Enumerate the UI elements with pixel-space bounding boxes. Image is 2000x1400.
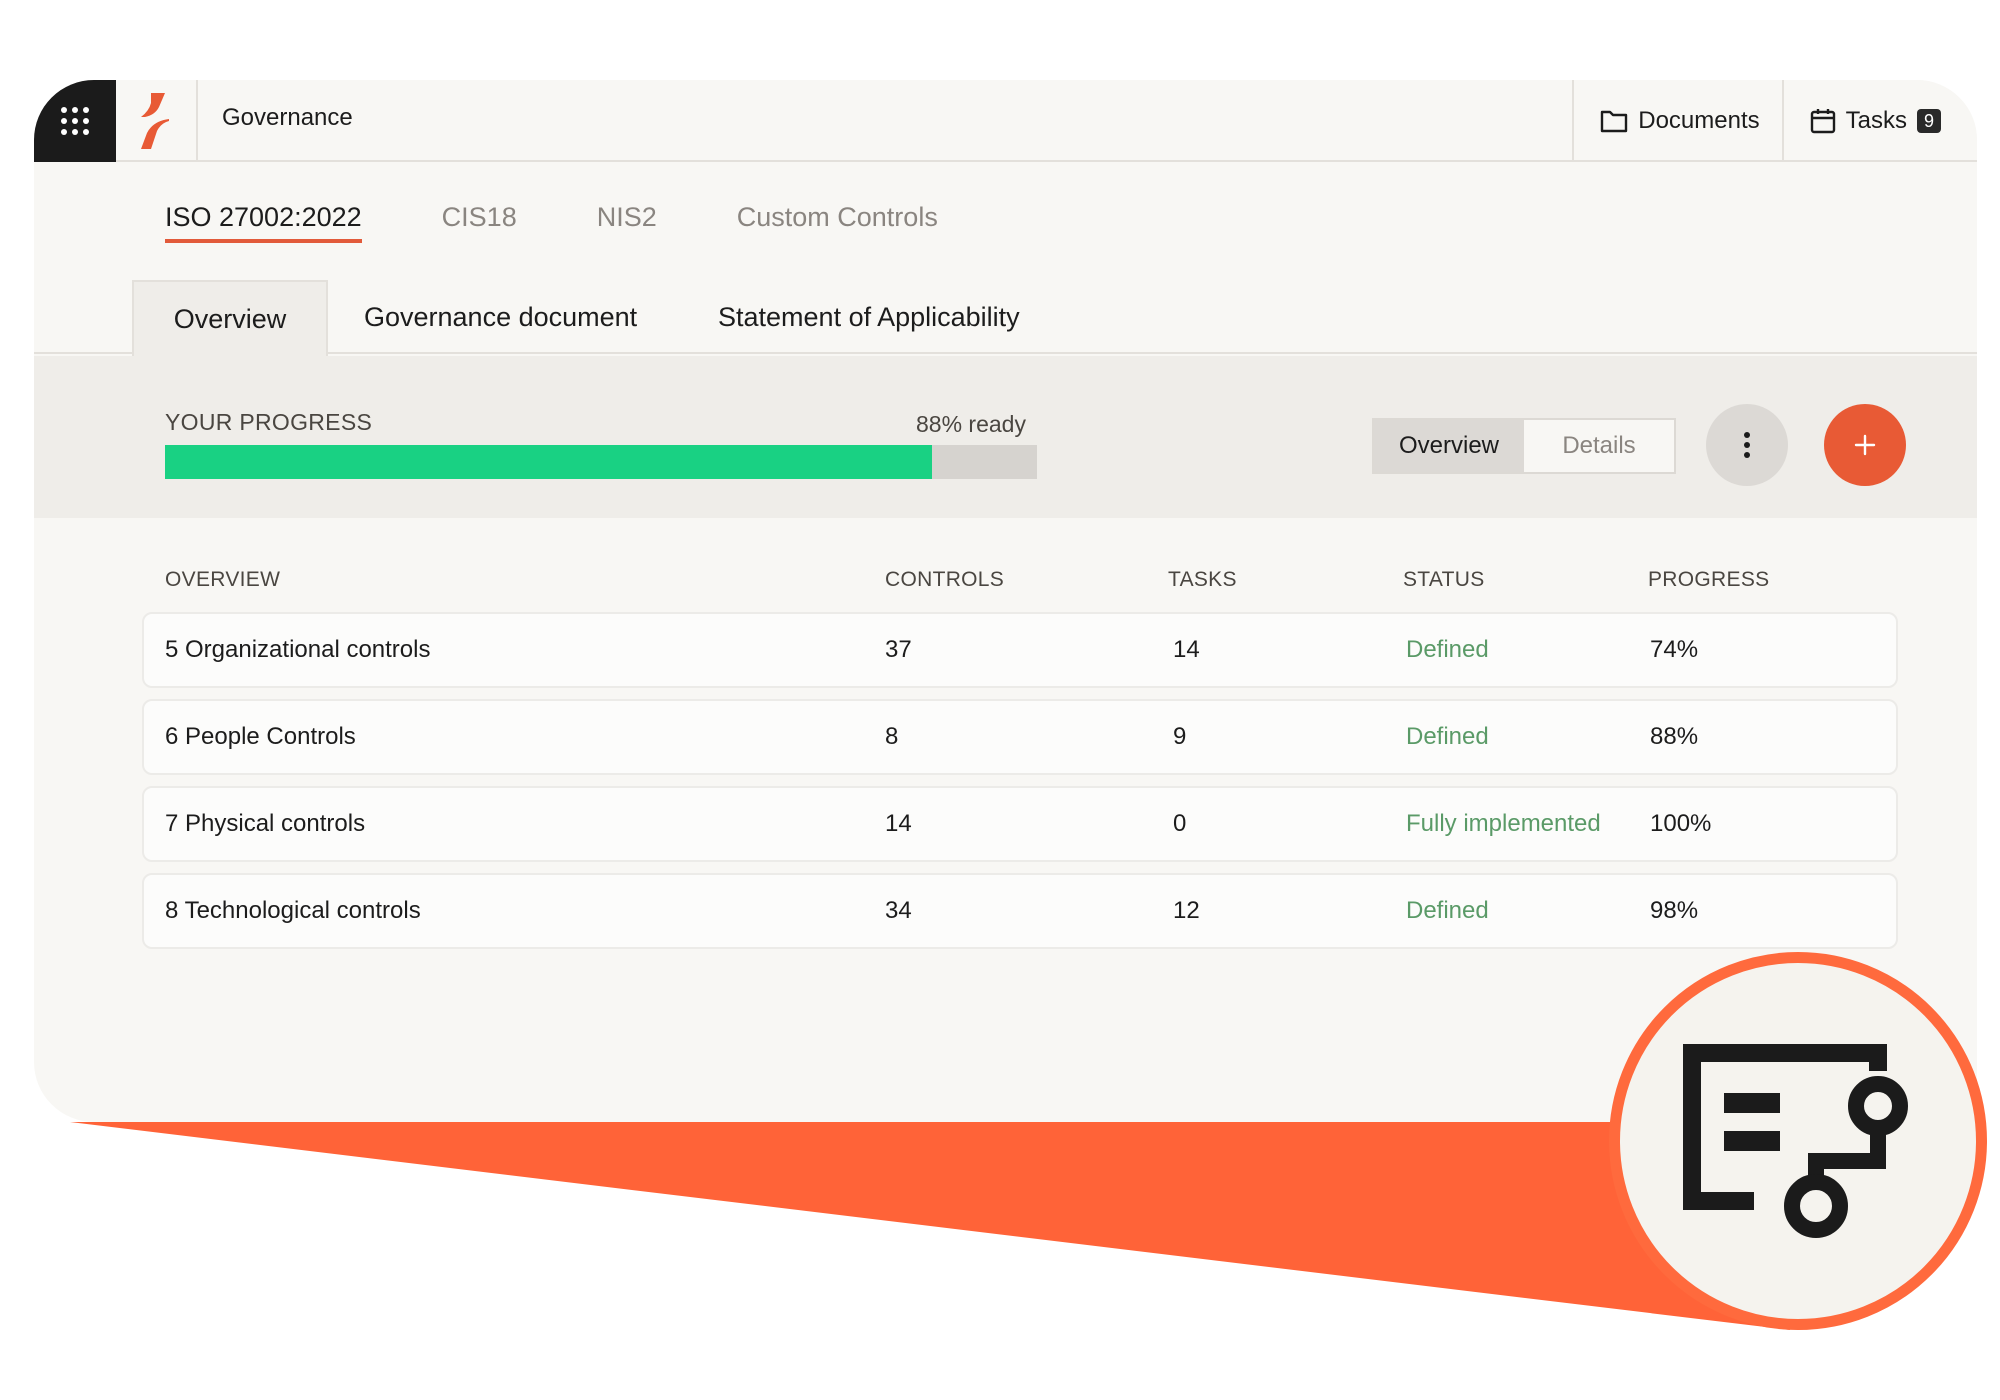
tasks-count-badge: 9 bbox=[1917, 109, 1941, 133]
calendar-icon bbox=[1810, 109, 1835, 134]
row-progress: 88% bbox=[1650, 723, 1699, 750]
row-status: Defined bbox=[1406, 636, 1489, 663]
table-row[interactable]: 8 Technological controls 34 12 Defined 9… bbox=[142, 873, 1898, 949]
row-tasks: 12 bbox=[1173, 897, 1200, 924]
more-options-button[interactable] bbox=[1706, 404, 1788, 486]
progress-section: YOUR PROGRESS 88% ready Overview Details bbox=[34, 356, 1977, 518]
brand-logo-icon bbox=[141, 93, 169, 149]
table-body: 5 Organizational controls 37 14 Defined … bbox=[142, 612, 1898, 960]
add-button[interactable] bbox=[1824, 404, 1906, 486]
table-row[interactable]: 5 Organizational controls 37 14 Defined … bbox=[142, 612, 1898, 688]
toggle-details[interactable]: Details bbox=[1524, 420, 1674, 472]
row-status: Defined bbox=[1406, 897, 1489, 924]
progress-label: YOUR PROGRESS bbox=[165, 409, 373, 435]
table-row[interactable]: 7 Physical controls 14 0 Fully implement… bbox=[142, 786, 1898, 862]
progress-bar bbox=[165, 445, 1037, 479]
header-progress: PROGRESS bbox=[1648, 568, 1770, 591]
plus-icon bbox=[1854, 434, 1876, 456]
folder-icon bbox=[1601, 110, 1628, 133]
table-header: OVERVIEW CONTROLS TASKS STATUS PROGRESS bbox=[34, 568, 1977, 598]
row-controls: 34 bbox=[885, 897, 912, 924]
app-window: Governance Documents Tasks 9 ISO 27002:2… bbox=[34, 80, 1977, 1122]
row-overview: 6 People Controls bbox=[165, 723, 356, 750]
row-overview: 8 Technological controls bbox=[165, 897, 421, 924]
table-row[interactable]: 6 People Controls 8 9 Defined 88% bbox=[142, 699, 1898, 775]
row-tasks: 0 bbox=[1173, 810, 1187, 837]
top-bar: Governance Documents Tasks 9 bbox=[34, 80, 1977, 162]
brand-logo[interactable] bbox=[116, 80, 198, 162]
row-overview: 7 Physical controls bbox=[165, 810, 366, 837]
top-actions: Documents Tasks 9 bbox=[1572, 80, 1977, 162]
tab-cis18[interactable]: CIS18 bbox=[442, 202, 517, 243]
documents-button[interactable]: Documents bbox=[1572, 80, 1781, 162]
grid-icon bbox=[61, 107, 89, 135]
documents-label: Documents bbox=[1638, 107, 1760, 134]
governance-workflow-icon bbox=[1683, 1044, 1908, 1238]
row-status: Defined bbox=[1406, 723, 1489, 750]
row-controls: 37 bbox=[885, 636, 912, 663]
row-tasks: 9 bbox=[1173, 723, 1187, 750]
tab-iso-27002[interactable]: ISO 27002:2022 bbox=[165, 202, 362, 243]
progress-bar-fill bbox=[165, 445, 933, 479]
row-status: Fully implemented bbox=[1406, 810, 1601, 837]
header-controls: CONTROLS bbox=[885, 568, 1005, 591]
row-overview: 5 Organizational controls bbox=[165, 636, 431, 663]
tab-overview[interactable]: Overview bbox=[132, 280, 328, 356]
tasks-label: Tasks bbox=[1845, 107, 1907, 134]
row-controls: 8 bbox=[885, 723, 899, 750]
view-tabs: Overview Governance document Statement o… bbox=[34, 280, 1977, 356]
tab-statement-of-applicability[interactable]: Statement of Applicability bbox=[718, 280, 1020, 354]
row-tasks: 14 bbox=[1173, 636, 1200, 663]
row-progress: 74% bbox=[1650, 636, 1699, 663]
row-controls: 14 bbox=[885, 810, 912, 837]
toggle-overview[interactable]: Overview bbox=[1374, 420, 1524, 472]
app-title: Governance bbox=[222, 104, 353, 131]
view-toggle: Overview Details bbox=[1372, 418, 1676, 474]
feature-badge bbox=[1609, 952, 1987, 1330]
tasks-button[interactable]: Tasks 9 bbox=[1781, 80, 1977, 162]
more-vertical-icon bbox=[1744, 432, 1750, 438]
row-progress: 98% bbox=[1650, 897, 1699, 924]
tab-custom-controls[interactable]: Custom Controls bbox=[737, 202, 938, 243]
tab-nis2[interactable]: NIS2 bbox=[597, 202, 657, 243]
tab-governance-document[interactable]: Governance document bbox=[364, 280, 637, 354]
progress-ready-text: 88% ready bbox=[916, 411, 1026, 437]
header-overview: OVERVIEW bbox=[165, 568, 281, 591]
framework-tabs: ISO 27002:2022 CIS18 NIS2 Custom Control… bbox=[165, 202, 1018, 243]
header-status: STATUS bbox=[1403, 568, 1485, 591]
row-progress: 100% bbox=[1650, 810, 1712, 837]
apps-menu-button[interactable] bbox=[34, 80, 116, 162]
header-tasks: TASKS bbox=[1168, 568, 1237, 591]
